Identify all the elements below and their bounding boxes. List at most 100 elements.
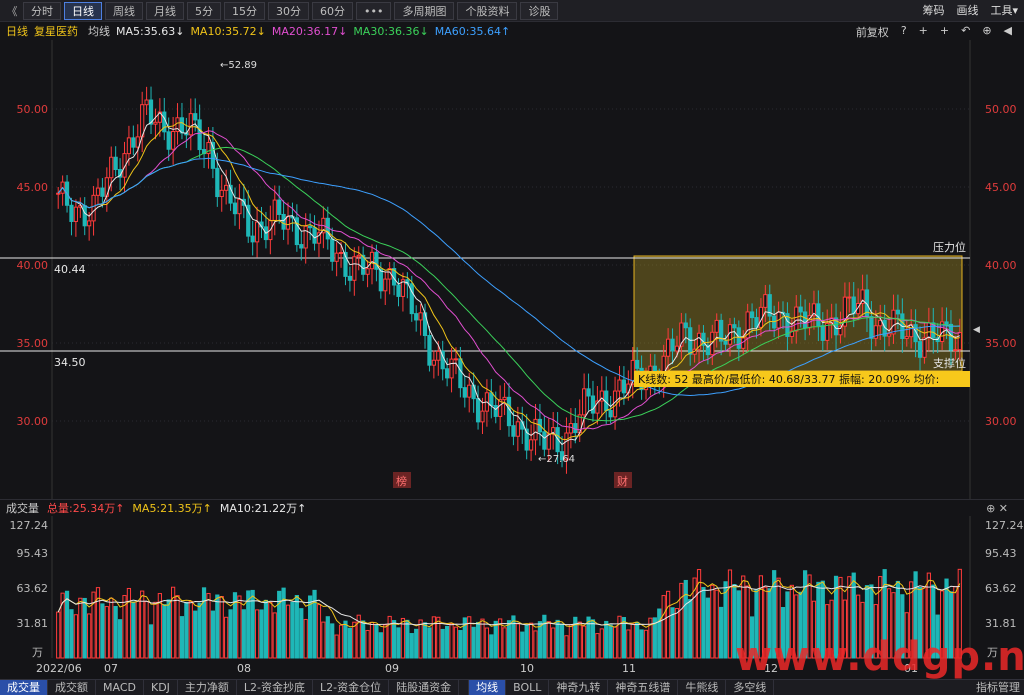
volume-bar [683,579,688,659]
price-pointer-icon: ◀ [973,325,980,335]
ma-legend-bar: 日线 复星医药 均线 MA5:35.63↓ MA10:35.72↓ MA20:3… [0,22,1024,40]
volume-bar [254,609,260,659]
candle-body [462,387,467,398]
indicator-manage-button[interactable]: 指标管理 [976,680,1020,695]
add-indicator-icon[interactable]: + [940,24,949,40]
volume-bar [87,613,92,659]
ma20-value: MA20:36.17↓ [271,24,348,38]
volume-bar [520,631,525,659]
tab-macd[interactable]: MACD [96,680,144,695]
volume-bar [162,604,167,659]
tab-magic-nine[interactable]: 神奇九转 [549,680,609,695]
tab-15min[interactable]: 15分 [224,1,265,20]
multi-period-button[interactable]: 多周期图 [394,1,455,20]
tab-hk-connect[interactable]: 陆股通资金 [389,680,460,695]
volume-bar [290,601,295,659]
x-label-08: 08 [237,662,251,675]
zoom-out-icon[interactable]: ⊕ [982,24,991,40]
candle-body [948,323,954,351]
candle-body [816,303,821,327]
volume-bar [427,627,432,659]
volume-bar [338,624,344,659]
draw-line-button[interactable]: 画线 [956,2,978,18]
more-periods-button[interactable]: ••• [356,1,392,20]
diagnose-button[interactable]: 诊股 [520,1,559,20]
volume-bar [489,634,494,659]
volume-settings-icon[interactable]: ⊕ ✕ [986,502,1008,515]
candle-body [347,275,353,281]
collapse-icon[interactable]: ◀ [1004,24,1012,40]
volume-bar [626,629,631,659]
volume-bar [378,632,383,659]
tab-ma[interactable]: 均线 [469,680,507,695]
candle-body [237,198,242,215]
candle-body [73,206,78,222]
volume-bar [506,620,512,659]
volume-bar [272,612,277,659]
volume-tick-right-63: 63.62 [985,582,1017,595]
volume-title[interactable]: 成交量 [6,500,39,516]
tab-turnover[interactable]: 成交额 [48,680,96,695]
volume-bar [882,569,887,659]
tab-boll[interactable]: BOLL [506,680,550,695]
candle-body [670,338,675,352]
volume-bar [117,619,123,659]
volume-bar [847,576,852,659]
candle-body [369,251,375,270]
candle-body [917,341,923,358]
volume-bar [153,601,158,659]
candlestick-chart[interactable]: 50.00 45.00 40.00 35.00 30.00 50.00 45.0… [0,40,1024,499]
volume-bar [334,634,339,659]
volume-bar [131,601,136,659]
tab-30min[interactable]: 30分 [268,1,309,20]
tab-magic-five[interactable]: 神奇五线谱 [608,680,679,695]
back-icon[interactable]: 《 [4,3,20,19]
volume-bar [475,621,481,659]
tab-daily[interactable]: 日线 [64,1,102,20]
tab-fenshi[interactable]: 分时 [23,1,61,20]
candle-body [573,423,578,434]
tab-60min[interactable]: 60分 [312,1,353,20]
tab-main-net[interactable]: 主力净额 [178,680,237,695]
undo-icon[interactable]: ↶ [961,24,970,40]
volume-bar [719,606,724,659]
volume-ma5: MA5:21.35万↑ [132,502,212,515]
adjust-mode-button[interactable]: 前复权 [856,24,889,40]
tab-weekly[interactable]: 周线 [105,1,143,20]
tab-kdj[interactable]: KDJ [144,680,178,695]
volume-bar [215,594,220,659]
ma-settings-link[interactable]: 均线 [88,23,110,39]
volume-bar [440,628,445,659]
volume-bar [895,580,901,659]
zoom-in-icon[interactable]: + [919,24,928,40]
volume-chart[interactable]: 127.24 95.43 63.62 31.81 万 127.24 95.43 … [0,516,1024,679]
volume-bar [891,592,896,659]
volume-bar [144,601,149,659]
chevron-down-icon: ▾ [1012,4,1018,17]
volume-bar [321,621,326,659]
tab-l2-bottom[interactable]: L2-资金抄底 [237,680,314,695]
volume-bar [263,599,269,659]
candle-body [489,392,494,407]
candle-body [802,311,808,329]
tab-monthly[interactable]: 月线 [146,1,184,20]
tab-5min[interactable]: 5分 [187,1,221,20]
candle-body [847,296,852,299]
volume-bar [714,589,719,659]
volume-bar [374,624,379,659]
tab-l2-position[interactable]: L2-资金仓位 [313,680,390,695]
volume-bar [780,607,786,659]
candle-body [794,306,799,332]
chips-button[interactable]: 筹码 [922,2,944,18]
tab-long-short[interactable]: 多空线 [726,680,775,695]
candle-body [957,332,962,351]
candle-body [365,268,370,275]
help-icon[interactable]: ? [901,24,907,40]
candle-body [732,324,737,329]
volume-bar [922,586,927,659]
x-label-01: 01 [904,662,918,675]
tab-bull-bear[interactable]: 牛熊线 [678,680,727,695]
tools-menu[interactable]: 工具▾ [990,2,1018,18]
stock-profile-button[interactable]: 个股资料 [457,1,518,20]
tab-volume[interactable]: 成交量 [0,680,48,695]
